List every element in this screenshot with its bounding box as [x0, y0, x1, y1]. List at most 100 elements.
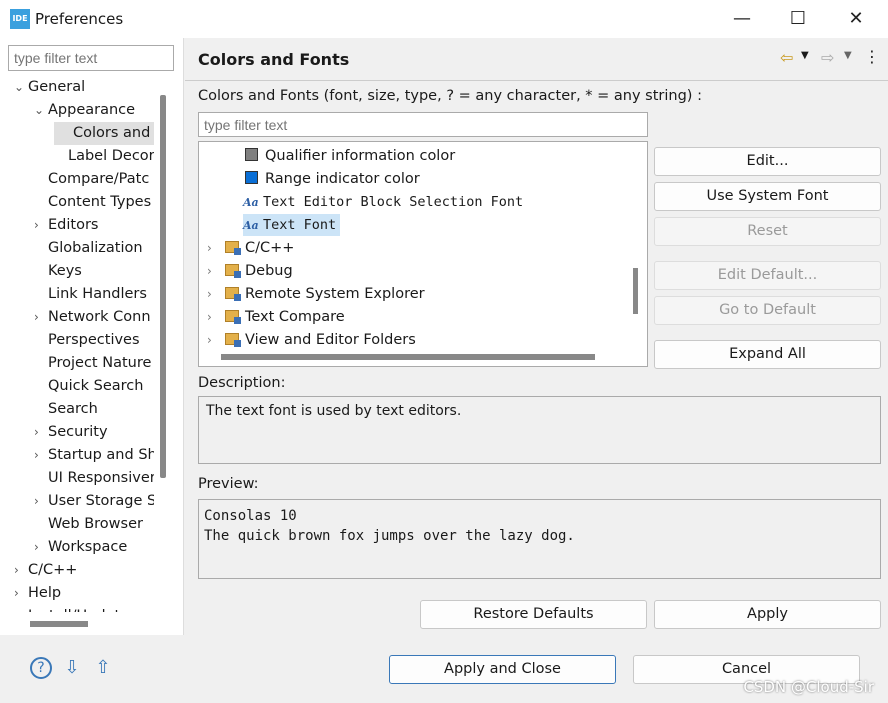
- chevron-right-icon[interactable]: ›: [34, 536, 48, 559]
- font-icon: Aa: [243, 219, 259, 232]
- tree-item[interactable]: ⌄ General: [14, 76, 85, 99]
- tree-vertical-scrollbar[interactable]: [160, 95, 166, 478]
- tree-item[interactable]: Quick Search: [34, 375, 143, 398]
- apply-and-close-button[interactable]: Apply and Close: [389, 655, 616, 684]
- chevron-down-icon[interactable]: ⌄: [14, 76, 28, 99]
- watermark: CSDN @Cloud-Sir: [743, 678, 874, 696]
- color-font-item[interactable]: Range indicator color: [245, 168, 420, 190]
- tree-item[interactable]: › Security: [34, 421, 108, 444]
- colors-tree-vertical-scrollbar[interactable]: [633, 268, 638, 314]
- tree-item[interactable]: Keys: [34, 260, 82, 283]
- edit-button[interactable]: Edit...: [654, 147, 881, 176]
- color-font-item[interactable]: Qualifier information color: [245, 145, 455, 167]
- tree-item[interactable]: › Network Conn: [34, 306, 151, 329]
- tree-item-label: Perspectives: [48, 332, 140, 348]
- tree-item-label: User Storage S: [48, 493, 154, 509]
- chevron-right-icon[interactable]: ›: [14, 559, 28, 582]
- back-dropdown-icon[interactable]: ▼: [801, 50, 809, 61]
- color-font-item[interactable]: › View and Editor Folders: [207, 329, 416, 351]
- restore-defaults-button[interactable]: Restore Defaults: [420, 600, 647, 629]
- go-to-default-button[interactable]: Go to Default: [654, 296, 881, 325]
- colors-tree-horizontal-scrollbar[interactable]: [221, 354, 595, 360]
- minimize-button[interactable]: —: [722, 6, 762, 32]
- instructions-label: Colors and Fonts (font, size, type, ? = …: [198, 88, 702, 104]
- expand-all-button[interactable]: Expand All: [654, 340, 881, 369]
- tree-item[interactable]: Project Nature: [34, 352, 151, 375]
- chevron-right-icon[interactable]: ›: [207, 329, 225, 351]
- tree-item[interactable]: UI Responsiver: [34, 467, 154, 490]
- colors-filter-input[interactable]: [198, 112, 648, 137]
- tree-item-label: Keys: [48, 263, 82, 279]
- item-label: C/C++: [245, 240, 295, 256]
- tree-item[interactable]: Perspectives: [34, 329, 140, 352]
- preview-sample-text: The quick brown fox jumps over the lazy …: [204, 528, 575, 544]
- app-logo: IDE: [10, 9, 30, 29]
- item-label: Text Editor Block Selection Font: [263, 194, 524, 210]
- chevron-right-icon[interactable]: ›: [14, 605, 28, 612]
- back-arrow-icon[interactable]: ⇦: [780, 48, 793, 67]
- tree-item[interactable]: Link Handlers: [34, 283, 147, 306]
- import-icon[interactable]: ⇩: [61, 657, 83, 679]
- tree-filter-input[interactable]: [8, 45, 174, 71]
- help-icon[interactable]: ?: [30, 657, 52, 679]
- tree-item[interactable]: › Editors: [34, 214, 98, 237]
- font-preview: Consolas 10 The quick brown fox jumps ov…: [198, 499, 881, 579]
- tree-item-label: Workspace: [48, 539, 128, 555]
- tree-horizontal-scrollbar[interactable]: [30, 621, 88, 627]
- chevron-right-icon[interactable]: ›: [34, 214, 48, 237]
- preview-font-name: Consolas 10: [204, 508, 297, 524]
- apply-button[interactable]: Apply: [654, 600, 881, 629]
- tree-item[interactable]: Search: [34, 398, 98, 421]
- view-menu-icon[interactable]: ⋮: [864, 47, 880, 66]
- chevron-right-icon[interactable]: ›: [14, 582, 28, 605]
- colors-fonts-tree: Qualifier information color Range indicat…: [198, 141, 648, 367]
- title-bar: IDE Preferences — ☐ ✕: [0, 0, 888, 38]
- forward-arrow-icon[interactable]: ⇨: [821, 48, 834, 67]
- chevron-right-icon[interactable]: ›: [207, 306, 225, 328]
- tree-item[interactable]: › Workspace: [34, 536, 127, 559]
- chevron-right-icon[interactable]: ›: [207, 283, 225, 305]
- tree-item[interactable]: Label Decor: [54, 145, 154, 168]
- tree-item[interactable]: Web Browser: [34, 513, 143, 536]
- edit-default-button[interactable]: Edit Default...: [654, 261, 881, 290]
- tree-item-label: Project Nature: [48, 355, 152, 371]
- tree-item[interactable]: Colors and: [54, 122, 154, 145]
- tree-item[interactable]: › Help: [14, 582, 61, 605]
- chevron-right-icon[interactable]: ›: [34, 421, 48, 444]
- chevron-right-icon[interactable]: ›: [34, 444, 48, 467]
- tree-item[interactable]: › User Storage S: [34, 490, 154, 513]
- tree-item[interactable]: › Startup and Sh: [34, 444, 154, 467]
- forward-dropdown-icon[interactable]: ▼: [844, 50, 852, 61]
- color-font-item[interactable]: Aa Text Font: [243, 214, 341, 236]
- chevron-right-icon[interactable]: ›: [207, 237, 225, 259]
- color-font-item[interactable]: › C/C++: [207, 237, 294, 259]
- tree-item[interactable]: Compare/Patc: [34, 168, 149, 191]
- tree-item[interactable]: › C/C++: [14, 559, 77, 582]
- chevron-right-icon[interactable]: ›: [34, 306, 48, 329]
- tree-item-label: Install/Update: [28, 608, 129, 612]
- color-font-item[interactable]: › Remote System Explorer: [207, 283, 425, 305]
- tree-item-label: Help: [28, 585, 62, 601]
- tree-item[interactable]: ⌄ Appearance: [34, 99, 135, 122]
- tree-item-label: Appearance: [48, 102, 136, 118]
- chevron-right-icon[interactable]: ›: [34, 490, 48, 513]
- chevron-right-icon[interactable]: ›: [207, 260, 225, 282]
- close-button[interactable]: ✕: [836, 6, 876, 32]
- maximize-button[interactable]: ☐: [778, 6, 818, 32]
- color-font-item[interactable]: › Text Compare: [207, 306, 345, 328]
- tree-item-label: Quick Search: [48, 378, 144, 394]
- chevron-down-icon[interactable]: ⌄: [34, 99, 48, 122]
- color-font-item[interactable]: Aa Text Editor Block Selection Font: [243, 191, 523, 213]
- item-label: Qualifier information color: [265, 148, 456, 164]
- reset-button[interactable]: Reset: [654, 217, 881, 246]
- color-swatch-icon: [245, 171, 258, 184]
- category-folder-icon: [225, 264, 241, 278]
- description-text: The text font is used by text editors.: [198, 396, 881, 464]
- color-font-item[interactable]: › Debug: [207, 260, 293, 282]
- tree-item[interactable]: Globalization: [34, 237, 143, 260]
- use-system-font-button[interactable]: Use System Font: [654, 182, 881, 211]
- tree-item-label: Colors and: [73, 125, 151, 141]
- tree-item[interactable]: Content Types: [34, 191, 151, 214]
- export-icon[interactable]: ⇧: [92, 657, 114, 679]
- tree-item[interactable]: ›Install/Update: [14, 605, 129, 612]
